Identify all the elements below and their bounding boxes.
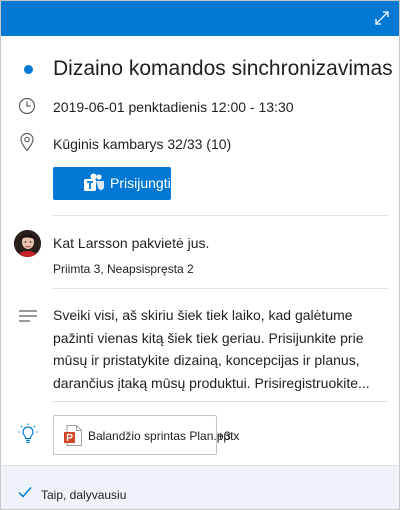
rsvp-footer: Taip, dalyvausiu [1, 465, 399, 509]
description-line: darančius įtaką mūsų produktui. Prisireg… [53, 374, 370, 391]
notes-lines-icon [19, 310, 37, 322]
description-line: Sveiki visi, aš skiriu šiek tiek laiko, … [53, 307, 353, 323]
response-summary[interactable]: Priimta 3, Neapsispręsta 2 [53, 262, 194, 276]
location-pin-icon [20, 132, 34, 152]
event-datetime: 2019-06-01 penktadienis 12:00 - 13:30 [53, 99, 294, 115]
clock-icon [18, 97, 36, 115]
teams-icon [84, 173, 104, 191]
expand-button[interactable] [369, 5, 395, 31]
more-attachments-count[interactable]: +3 [217, 429, 231, 443]
divider [53, 215, 388, 216]
rsvp-status-button[interactable]: Taip, dalyvausiu [41, 488, 126, 502]
join-teams-button[interactable]: Prisijungti [53, 167, 171, 200]
expand-diagonal-icon [375, 11, 389, 25]
event-peek-card: Dizaino komandos sinchronizavimas 2019-0… [0, 0, 400, 510]
event-title: Dizaino komandos sinchronizavimas [53, 57, 393, 80]
divider [53, 288, 388, 289]
avatar[interactable] [14, 230, 41, 257]
header-bar [1, 1, 399, 36]
checkmark-icon [18, 487, 32, 498]
calendar-color-dot [24, 65, 33, 74]
description-line: pažinti vienas kitą šiek tiek geriau. Pr… [53, 329, 364, 346]
powerpoint-file-icon [64, 425, 82, 446]
description-line: mūsų ir pristatykite dizainą, koncepcija… [53, 352, 360, 368]
divider [53, 401, 388, 402]
join-button-label: Prisijungti [110, 175, 171, 191]
event-description: Sveiki visi, aš skiriu šiek tiek laiko, … [53, 304, 383, 394]
organizer-invite-text: Kat Larsson pakvietė jus. [53, 235, 210, 251]
event-location: Kūginis kambarys 32/33 (10) [53, 136, 232, 152]
attachment-file[interactable]: Balandžio sprintas Plan.pptx [53, 415, 239, 455]
organizer-photo [14, 230, 41, 257]
lightbulb-icon [18, 423, 38, 444]
